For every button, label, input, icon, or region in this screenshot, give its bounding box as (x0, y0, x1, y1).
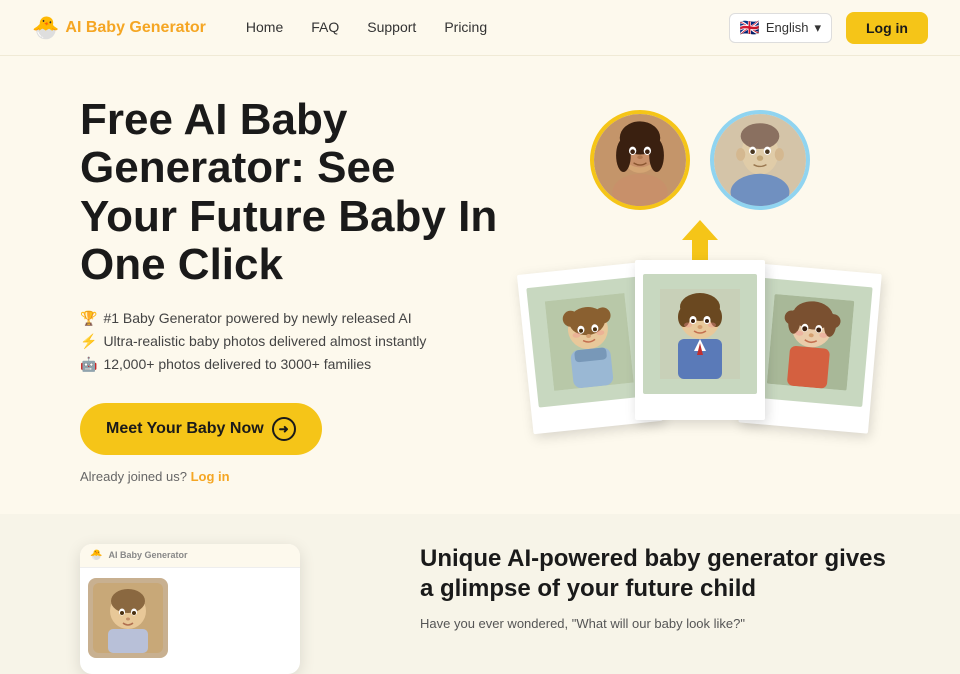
feature-1: 🏆 #1 Baby Generator powered by newly rel… (80, 310, 500, 327)
baby-image-2 (643, 274, 757, 394)
logo-text: AI Baby Generator (65, 19, 205, 37)
nav-home[interactable]: Home (246, 19, 283, 35)
preview-face (88, 578, 168, 658)
nav-faq[interactable]: FAQ (311, 19, 339, 35)
cta-button[interactable]: Meet Your Baby Now ➜ (80, 403, 322, 455)
dad-photo (710, 110, 810, 210)
section2-title: Unique AI-powered baby generator gives a… (420, 544, 900, 604)
lightning-icon: ⚡ (80, 333, 97, 350)
logo-icon: 🐣 (32, 15, 59, 41)
language-selector[interactable]: 🇬🇧 English ▾ (729, 13, 832, 43)
already-joined-text: Already joined us? Log in (80, 469, 500, 484)
preview-card-body (80, 568, 300, 668)
hero-illustration (500, 110, 900, 470)
section2-text: Unique AI-powered baby generator gives a… (420, 544, 900, 634)
app-preview-card: 🐣 AI Baby Generator (80, 544, 300, 674)
section2: 🐣 AI Baby Generator (0, 514, 960, 674)
baby-photos (505, 270, 895, 430)
feature-2: ⚡ Ultra-realistic baby photos delivered … (80, 333, 500, 350)
baby-image-3 (749, 277, 873, 406)
section2-preview: 🐣 AI Baby Generator (80, 544, 360, 674)
nav-links: Home FAQ Support Pricing (246, 19, 729, 37)
feature-2-text: Ultra-realistic baby photos delivered al… (103, 333, 426, 349)
preview-logo-text: AI Baby Generator (108, 550, 187, 560)
parent-photos (590, 110, 810, 210)
hero-features: 🏆 #1 Baby Generator powered by newly rel… (80, 310, 500, 373)
login-link[interactable]: Log in (191, 469, 230, 484)
baby-photo-2 (635, 260, 765, 420)
hero-content: Free AI Baby Generator: See Your Future … (80, 96, 500, 484)
nav-logo[interactable]: 🐣 AI Baby Generator (32, 15, 206, 41)
preview-logo-icon: 🐣 (90, 550, 102, 561)
flag-icon: 🇬🇧 (740, 18, 760, 38)
navbar: 🐣 AI Baby Generator Home FAQ Support Pri… (0, 0, 960, 56)
trophy-icon: 🏆 (80, 310, 97, 327)
nav-support[interactable]: Support (367, 19, 416, 35)
hero-section: Free AI Baby Generator: See Your Future … (0, 56, 960, 514)
arrow-circle-icon: ➜ (272, 417, 296, 441)
feature-3-text: 12,000+ photos delivered to 3000+ famili… (103, 356, 371, 372)
baby-image-1 (526, 276, 652, 407)
hero-title: Free AI Baby Generator: See Your Future … (80, 96, 500, 290)
mom-photo (590, 110, 690, 210)
nav-right: 🇬🇧 English ▾ Log in (729, 12, 928, 44)
nav-pricing[interactable]: Pricing (444, 19, 487, 35)
section2-subtitle: Have you ever wondered, "What will our b… (420, 614, 900, 634)
feature-3: 🤖 12,000+ photos delivered to 3000+ fami… (80, 356, 500, 373)
feature-1-text: #1 Baby Generator powered by newly relea… (103, 310, 411, 326)
cta-label: Meet Your Baby Now (106, 420, 264, 438)
chevron-down-icon: ▾ (814, 20, 821, 36)
robot-icon: 🤖 (80, 356, 97, 373)
login-button[interactable]: Log in (846, 12, 928, 44)
lang-label: English (766, 20, 809, 35)
preview-card-header: 🐣 AI Baby Generator (80, 544, 300, 568)
